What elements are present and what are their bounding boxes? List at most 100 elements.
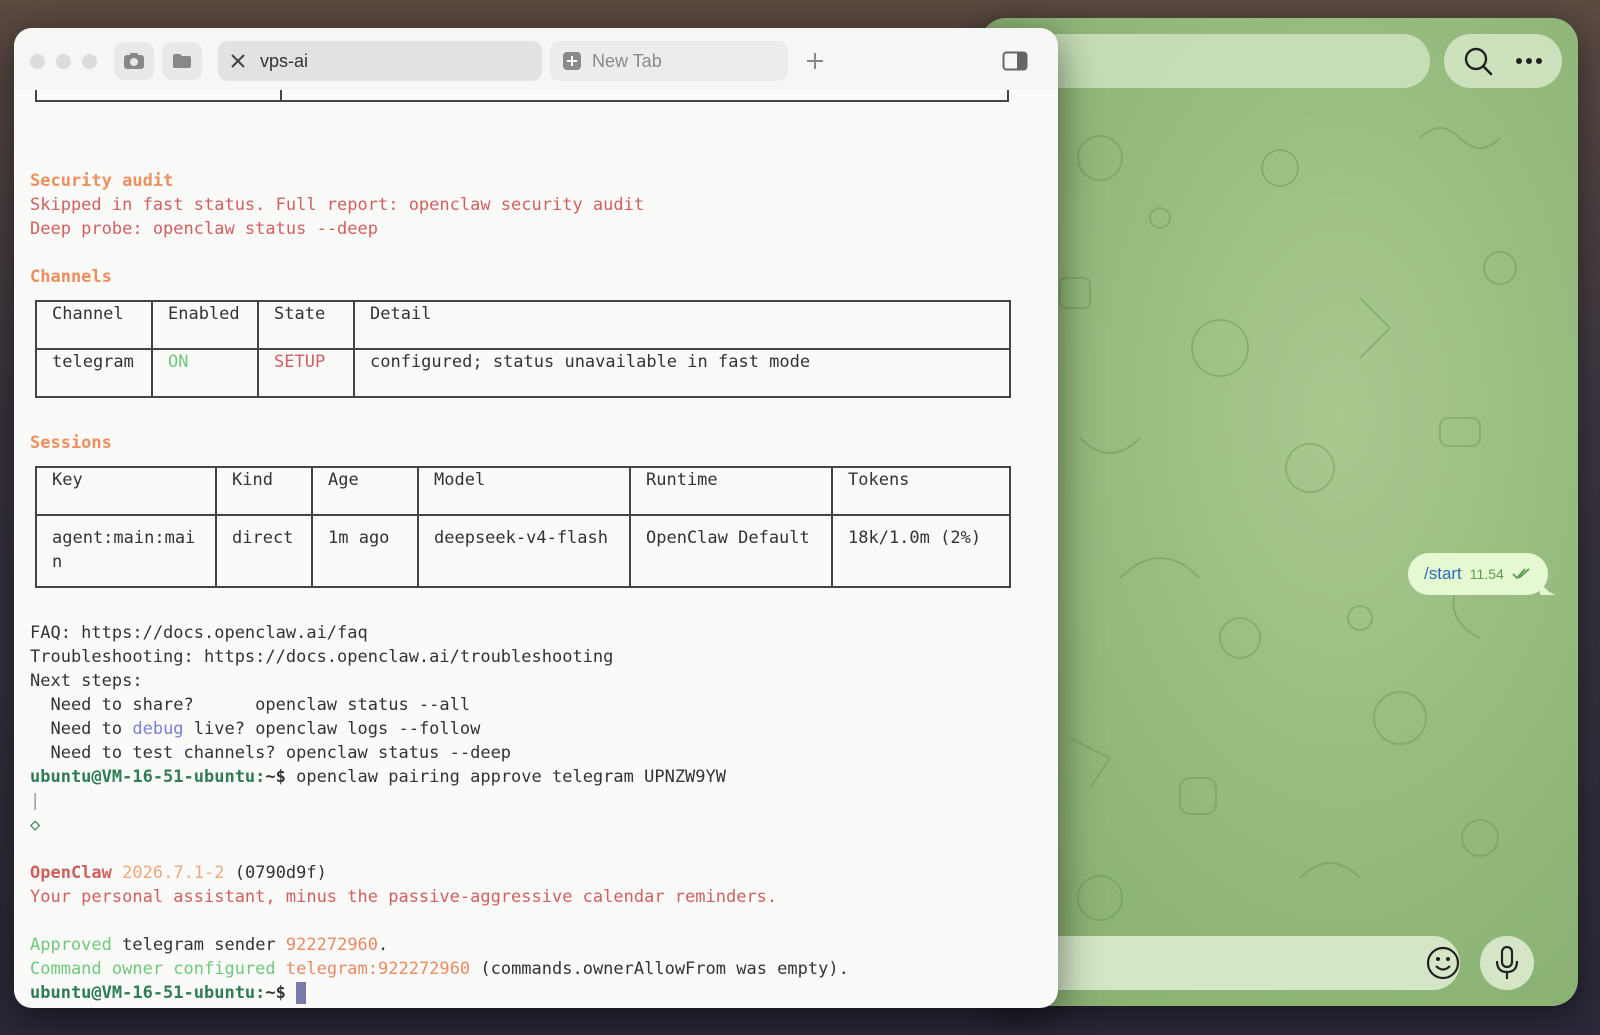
- more-icon: [1515, 58, 1542, 64]
- security-line-2: Deep probe: openclaw status --deep: [30, 219, 378, 239]
- message-time: 11.54: [1469, 566, 1504, 582]
- key-line: agent:main:mai: [52, 528, 196, 548]
- progress-bar-glyph: |: [30, 791, 41, 811]
- troubleshooting-line: Troubleshooting: https://docs.openclaw.a…: [30, 647, 614, 667]
- kind-cell: direct: [215, 514, 313, 588]
- next-steps-line: Next steps:: [30, 671, 143, 691]
- tab-title: vps-ai: [260, 50, 309, 71]
- diamond-glyph: ◇: [30, 815, 41, 835]
- telegram-window: /start 11.54: [980, 18, 1578, 1006]
- faq-line: FAQ: https://docs.openclaw.ai/faq: [30, 623, 368, 643]
- sessions-table: Key Kind Age Model Runtime Tokens agent:…: [35, 466, 1011, 588]
- screenshot-icon: [124, 53, 144, 69]
- version-line: OpenClaw 2026.7.1-2 (0790d9f): [30, 861, 327, 885]
- table-fragment: [35, 90, 1009, 102]
- minimize-window-button[interactable]: [56, 54, 71, 69]
- close-window-button[interactable]: [30, 54, 45, 69]
- column-header: Age: [311, 466, 419, 516]
- chat-wallpaper-pattern: [1059, 127, 1517, 921]
- zoom-window-button[interactable]: [82, 54, 97, 69]
- sidebar-toggle-button[interactable]: [1000, 46, 1030, 76]
- channel-cell: telegram: [35, 348, 153, 398]
- approved-end: .: [378, 935, 389, 955]
- mic-icon: [1495, 945, 1519, 979]
- enabled-cell: ON: [151, 348, 259, 398]
- emoji-icon: [1426, 946, 1460, 980]
- key-line: n: [52, 552, 63, 572]
- prompt-suffix: ~$: [265, 767, 286, 787]
- approved-channel: telegram: [111, 935, 215, 955]
- column-header: Detail: [353, 300, 1011, 350]
- owner-text: Command owner configured: [30, 959, 276, 979]
- approved-word: Approved: [30, 935, 112, 955]
- security-line-1: Skipped in fast status. Full report: ope…: [30, 195, 645, 215]
- terminal-output[interactable]: Security audit Skipped in fast status. F…: [14, 90, 1058, 1008]
- table-row: agent:main:mai n direct 1m ago deepseek-v…: [35, 514, 1011, 588]
- step-debug-line: Need to debug live? openclaw logs --foll…: [30, 717, 480, 741]
- commit-hash: (0790d9f): [234, 863, 327, 883]
- sender-id: 922272960: [285, 935, 379, 955]
- step-text: Need to: [30, 719, 133, 739]
- folder-icon: [173, 54, 191, 68]
- add-tab-button[interactable]: [800, 46, 830, 76]
- column-header: Tokens: [831, 466, 1011, 516]
- title-bar: vps-ai New Tab: [14, 28, 1058, 90]
- files-button[interactable]: [162, 42, 202, 80]
- double-check-icon: [1512, 568, 1530, 580]
- prompt-suffix: ~$: [265, 983, 286, 1003]
- channels-table: Channel Enabled State Detail telegram ON…: [35, 300, 1011, 398]
- outgoing-message-bubble[interactable]: /start 11.54: [1408, 553, 1556, 595]
- column-header: Model: [417, 466, 631, 516]
- close-icon[interactable]: [230, 53, 246, 69]
- tab-new-tab[interactable]: New Tab: [550, 41, 788, 81]
- message-text: /start: [1424, 564, 1462, 583]
- brand-name: OpenClaw: [30, 863, 112, 883]
- active-prompt-line[interactable]: ubuntu@VM-16-51-ubuntu:~$: [30, 981, 307, 1005]
- tokens-cell: 18k/1.0m (2%): [831, 514, 1011, 588]
- owner-line: Command owner configured telegram:922272…: [30, 957, 849, 981]
- step-text: live? openclaw logs --follow: [183, 719, 481, 739]
- voice-message-button[interactable]: [1480, 936, 1534, 990]
- column-header: Channel: [35, 300, 153, 350]
- emoji-button[interactable]: [1416, 936, 1470, 990]
- section-heading-security: Security audit: [30, 171, 174, 191]
- column-header: Kind: [215, 466, 313, 516]
- approved-line: Approved telegram sender 922272960.: [30, 933, 388, 957]
- tab-vps-ai[interactable]: vps-ai: [218, 41, 542, 81]
- table-header-row: Key Kind Age Model Runtime Tokens: [35, 466, 1011, 516]
- column-header: Runtime: [629, 466, 833, 516]
- owner-target: telegram:922272960: [285, 959, 471, 979]
- prompt: ubuntu@VM-16-51-ubuntu:: [30, 983, 266, 1003]
- search-button[interactable]: [1458, 41, 1498, 81]
- search-icon: [1464, 47, 1492, 76]
- prompt: ubuntu@VM-16-51-ubuntu:: [30, 767, 266, 787]
- debug-word: debug: [132, 719, 184, 739]
- approved-sender-label: sender: [214, 935, 286, 955]
- command-line: ubuntu@VM-16-51-ubuntu:~$ openclaw pairi…: [30, 765, 726, 789]
- section-heading-channels: Channels: [30, 267, 112, 287]
- column-header: Key: [35, 466, 217, 516]
- sidebar-icon: [1002, 51, 1028, 71]
- section-heading-sessions: Sessions: [30, 433, 112, 453]
- bubble-tail: [1539, 579, 1556, 595]
- more-button[interactable]: [1509, 41, 1549, 81]
- screenshot-button[interactable]: [114, 42, 154, 80]
- key-cell: agent:main:mai n: [35, 514, 217, 588]
- state-cell: SETUP: [257, 348, 355, 398]
- tagline: Your personal assistant, minus the passi…: [30, 887, 778, 907]
- step-share-line: Need to share? openclaw status --all: [30, 695, 471, 715]
- age-cell: 1m ago: [311, 514, 419, 588]
- terminal-window: vps-ai New Tab Security audit Skipped in…: [14, 28, 1058, 1008]
- table-row: telegram ON SETUP configured; status una…: [35, 348, 1011, 398]
- new-tab-icon: [563, 52, 581, 70]
- owner-note: (commands.ownerAllowFrom was empty).: [470, 959, 849, 979]
- text-cursor: [296, 982, 307, 1004]
- column-header: State: [257, 300, 355, 350]
- detail-cell: configured; status unavailable in fast m…: [353, 348, 1011, 398]
- table-header-row: Channel Enabled State Detail: [35, 300, 1011, 350]
- column-header: Enabled: [151, 300, 259, 350]
- tab-title: New Tab: [592, 50, 662, 71]
- command-text: openclaw pairing approve telegram UPNZW9…: [285, 767, 726, 787]
- chat-actions: [1444, 34, 1562, 88]
- step-test-line: Need to test channels? openclaw status -…: [30, 743, 512, 763]
